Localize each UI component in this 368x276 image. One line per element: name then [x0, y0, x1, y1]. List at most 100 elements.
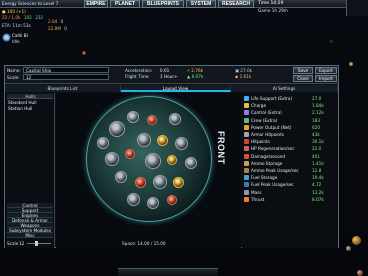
planet-button[interactable]: PLANET	[110, 0, 140, 8]
tab-blueprints-list[interactable]: Blueprints List	[5, 85, 121, 92]
fleet-indicator[interactable]: Cahli Bl Idle	[2, 32, 32, 48]
ship-module[interactable]	[185, 157, 197, 169]
stat-icon	[244, 146, 249, 152]
ship-module[interactable]	[167, 195, 177, 205]
stat-row: Damage/second 401	[242, 153, 338, 160]
flight-time-label: Flight Time:	[125, 74, 150, 79]
stat-icon	[244, 124, 249, 130]
stat-name: Armor Hitpoints	[251, 132, 285, 137]
research-button[interactable]: RESEARCH	[218, 0, 254, 8]
ship-module[interactable]	[153, 175, 167, 189]
stat-icon	[244, 182, 249, 188]
planet-icon[interactable]	[357, 270, 363, 276]
credits-value: 100 (+1)	[7, 9, 26, 14]
planet-icon[interactable]	[82, 51, 86, 55]
list-item[interactable]: Standard Hull	[7, 100, 53, 105]
ship-module[interactable]	[137, 133, 151, 147]
stat-value: 13.2k	[312, 189, 324, 195]
close-button[interactable]: Close	[293, 75, 313, 82]
stat-row: Hitpoints 30.1k	[242, 138, 338, 145]
stat-row: Power Output (Net) 620	[242, 124, 338, 131]
save-button[interactable]: Save	[293, 67, 313, 74]
resources-row-3: 22.8M 0	[48, 26, 67, 31]
hulls-header[interactable]: Hulls	[7, 94, 53, 99]
stat-icon	[244, 160, 249, 166]
tab-layout-view[interactable]: Layout View	[121, 85, 231, 92]
minimap[interactable]	[346, 0, 368, 16]
fleet-name: Cahli Bl	[12, 33, 28, 38]
name-field[interactable]: Capital Ship	[23, 67, 109, 73]
stat-row: Ammo Storage 1.41k	[242, 160, 338, 167]
scale-field[interactable]: 12	[23, 74, 109, 80]
stat-3: ▲ 6.07k	[187, 74, 204, 79]
category-misc[interactable]: Misc	[7, 233, 53, 238]
stat-row: Thrust 8.07k	[242, 196, 338, 203]
ship-module[interactable]	[167, 155, 177, 165]
system-button[interactable]: SYSTEM	[186, 0, 216, 8]
stats-panel: Life Support (Extra) 27.0 Charge 1.84k Contr…	[242, 93, 338, 248]
export-button[interactable]: Export	[315, 67, 337, 74]
empire-button[interactable]: EMPIRE	[84, 0, 108, 8]
planet-icon[interactable]	[349, 62, 353, 66]
ship-module[interactable]	[147, 197, 159, 209]
space-usage: Space: 14.00 / 15.00	[122, 241, 166, 246]
stat-name: Mass	[251, 189, 262, 195]
credits-display: ● 100 (+1)	[2, 9, 26, 14]
ship-hull-bubble[interactable]	[86, 96, 212, 222]
ship-module[interactable]	[169, 113, 181, 125]
ship-module[interactable]	[109, 121, 125, 137]
ship-module[interactable]	[147, 115, 157, 125]
game-time: Game 1h 29m	[258, 8, 288, 13]
stat-3-value: 6.07k	[191, 74, 204, 79]
stat-name: Hitpoints	[251, 139, 270, 145]
flight-time-value: 1 Hour+	[160, 74, 178, 79]
slider-scale-label: Scale	[7, 241, 19, 246]
stat-icon	[244, 153, 249, 159]
stat-value: 4.72	[312, 182, 322, 188]
ship-module[interactable]	[97, 137, 109, 149]
eta-label: ETA: 11m 53s	[2, 23, 31, 28]
ship-module[interactable]	[115, 171, 127, 183]
ship-module[interactable]	[105, 152, 119, 166]
list-item[interactable]: Station Hull	[7, 106, 53, 111]
ship-module[interactable]	[125, 149, 135, 159]
ship-module[interactable]	[157, 135, 168, 146]
blueprints-button[interactable]: BLUEPRINTS	[142, 0, 184, 8]
stat-row: Life Support (Extra) 27.0	[242, 95, 338, 102]
ship-module[interactable]	[175, 137, 188, 150]
research-progress-label[interactable]: Energy Sciences to Level 7	[2, 1, 88, 7]
ship-module[interactable]	[173, 177, 184, 188]
import-button[interactable]: Import	[315, 75, 337, 82]
ship-module[interactable]	[145, 153, 161, 169]
planet-icon[interactable]	[352, 236, 361, 245]
tab-ai-settings[interactable]: AI Settings	[231, 85, 338, 92]
layout-view[interactable]: FRONT Space: 14.00 / 15.00	[56, 93, 241, 248]
planet-icon[interactable]	[346, 246, 351, 251]
stat-name: Ammo Peak Usage/sec	[251, 168, 299, 173]
stat-value: 43k	[312, 132, 320, 137]
stat-value: 2.12k	[312, 110, 324, 116]
scale-slider-thumb[interactable]	[35, 241, 38, 246]
scale-slider[interactable]	[27, 243, 51, 244]
resource-7: 0	[64, 26, 67, 31]
stat-2: ▣ 27.0k	[235, 68, 253, 73]
stat-icon	[244, 132, 249, 137]
name-label: Name:	[7, 68, 21, 73]
resource-5: 0	[60, 19, 64, 24]
ship-module[interactable]	[135, 177, 146, 188]
scale-label: Scale:	[7, 75, 20, 80]
resource-6: 22.8M	[48, 26, 61, 31]
stat-name: Damage/second	[251, 153, 286, 159]
stat-icon	[244, 96, 249, 101]
stat-name: Power Output (Net)	[251, 124, 292, 130]
stat-row: Crew (Extra) 183	[242, 117, 338, 124]
ship-module[interactable]	[127, 111, 139, 123]
stat-icon	[244, 117, 249, 123]
stat-1-value: 2.76k	[191, 68, 204, 73]
stat-2-value: 27.0k	[240, 68, 253, 73]
resource-2: 102	[23, 15, 32, 20]
ship-module[interactable]	[127, 193, 140, 206]
stat-icon	[244, 110, 249, 116]
resource-4: 2.04	[48, 19, 58, 24]
scale-slider-row: Scale 12	[5, 240, 55, 247]
